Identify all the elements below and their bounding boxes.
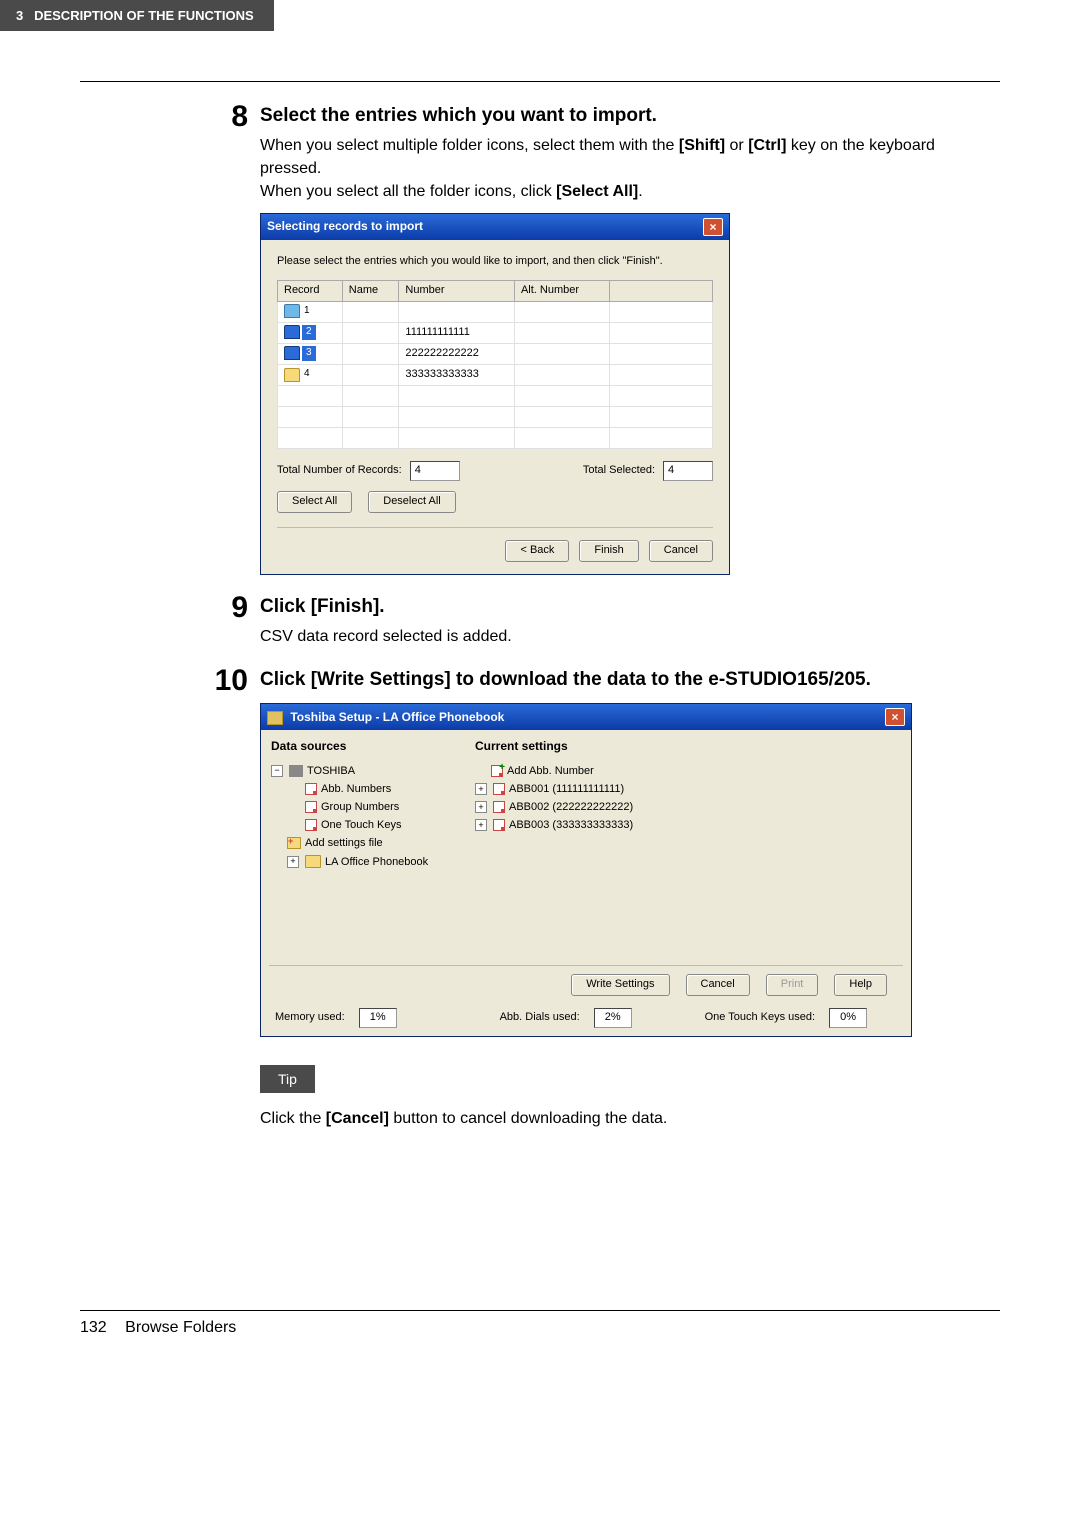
expand-icon[interactable]: + bbox=[287, 856, 299, 868]
current-settings-tree: Add Abb. Number + ABB001 (111111111111) … bbox=[475, 762, 901, 835]
step-title: Select the entries which you want to imp… bbox=[260, 102, 1000, 130]
deselect-all-button[interactable]: Deselect All bbox=[368, 491, 455, 513]
step-text-2: When you select all the folder icons, cl… bbox=[260, 180, 1000, 203]
card-icon bbox=[305, 801, 317, 813]
col-record[interactable]: Record bbox=[278, 281, 343, 302]
otk-used-value: 0% bbox=[829, 1008, 867, 1028]
setup-dialog: Toshiba Setup - LA Office Phonebook × Da… bbox=[260, 703, 912, 1036]
step-8: 8 Select the entries which you want to i… bbox=[200, 102, 1000, 575]
col-number[interactable]: Number bbox=[399, 281, 515, 302]
current-settings-heading: Current settings bbox=[475, 738, 901, 755]
write-settings-button[interactable]: Write Settings bbox=[571, 974, 669, 996]
tree-item[interactable]: + ABB001 (111111111111) bbox=[475, 780, 901, 798]
help-button[interactable]: Help bbox=[834, 974, 887, 996]
finish-button[interactable]: Finish bbox=[579, 540, 638, 562]
footer-label: Browse Folders bbox=[125, 1319, 236, 1336]
back-button[interactable]: < Back bbox=[505, 540, 569, 562]
expand-icon[interactable]: + bbox=[475, 783, 487, 795]
dialog-titlebar: Toshiba Setup - LA Office Phonebook × bbox=[261, 704, 911, 730]
table-row[interactable]: 4 333333333333 bbox=[278, 365, 713, 386]
folder-icon bbox=[284, 325, 300, 339]
tip-text: Click the [Cancel] button to cancel down… bbox=[260, 1107, 1000, 1130]
records-table: Record Name Number Alt. Number 1 bbox=[277, 280, 713, 449]
select-records-dialog: Selecting records to import × Please sel… bbox=[260, 213, 730, 575]
tree-item[interactable]: Add Abb. Number bbox=[475, 762, 901, 780]
step-number: 9 bbox=[200, 593, 248, 623]
card-icon bbox=[305, 783, 317, 795]
total-selected-value: 4 bbox=[663, 461, 713, 481]
printer-icon bbox=[289, 765, 303, 777]
folder-icon bbox=[284, 304, 300, 318]
step-10: 10 Click [Write Settings] to download th… bbox=[200, 666, 1000, 1130]
step-text: When you select multiple folder icons, s… bbox=[260, 134, 1000, 180]
section-number: 3 bbox=[16, 8, 23, 23]
tree-item[interactable]: + ABB002 (222222222222) bbox=[475, 798, 901, 816]
tree-item[interactable]: − TOSHIBA bbox=[271, 762, 461, 780]
totals-row: Total Number of Records: 4 Total Selecte… bbox=[277, 461, 713, 481]
table-row[interactable]: 3 222222222222 bbox=[278, 344, 713, 365]
card-icon bbox=[493, 783, 505, 795]
table-row[interactable]: 1 bbox=[278, 301, 713, 322]
otk-used-label: One Touch Keys used: bbox=[705, 1010, 815, 1026]
dialog-instruction: Please select the entries which you woul… bbox=[277, 254, 713, 270]
abb-dials-label: Abb. Dials used: bbox=[500, 1010, 580, 1026]
folder-icon bbox=[284, 368, 300, 382]
abb-dials-value: 2% bbox=[594, 1008, 632, 1028]
close-icon[interactable]: × bbox=[885, 708, 905, 726]
cancel-button[interactable]: Cancel bbox=[686, 974, 750, 996]
collapse-icon[interactable]: − bbox=[271, 765, 283, 777]
add-file-icon bbox=[287, 837, 301, 849]
card-icon bbox=[493, 801, 505, 813]
status-bar: Memory used: 1% Abb. Dials used: 2% One … bbox=[261, 1004, 911, 1036]
page-number: 132 bbox=[80, 1319, 107, 1336]
total-records-label: Total Number of Records: bbox=[277, 463, 402, 479]
step-title: Click [Write Settings] to download the d… bbox=[260, 666, 1000, 694]
col-name[interactable]: Name bbox=[342, 281, 399, 302]
dialog-title: Toshiba Setup - LA Office Phonebook bbox=[290, 710, 504, 724]
tree-item[interactable]: Abb. Numbers bbox=[271, 780, 461, 798]
col-alt[interactable]: Alt. Number bbox=[514, 281, 609, 302]
data-sources-tree: − TOSHIBA Abb. Numbers Group Numbers bbox=[271, 762, 461, 871]
memory-used-label: Memory used: bbox=[275, 1010, 345, 1026]
page-footer: 132 Browse Folders bbox=[80, 1319, 1000, 1337]
expand-icon[interactable]: + bbox=[475, 801, 487, 813]
tree-item[interactable]: + ABB003 (333333333333) bbox=[475, 816, 901, 834]
dialog-title: Selecting records to import bbox=[267, 218, 423, 235]
total-selected-label: Total Selected: bbox=[583, 463, 655, 479]
step-number: 8 bbox=[200, 102, 248, 132]
card-icon bbox=[493, 819, 505, 831]
data-sources-heading: Data sources bbox=[271, 738, 461, 755]
cancel-button[interactable]: Cancel bbox=[649, 540, 713, 562]
card-icon bbox=[305, 819, 317, 831]
divider bbox=[80, 81, 1000, 82]
section-title: DESCRIPTION OF THE FUNCTIONS bbox=[34, 8, 254, 23]
tree-item[interactable]: Add settings file bbox=[271, 834, 461, 852]
close-icon[interactable]: × bbox=[703, 218, 723, 236]
add-abb-icon bbox=[491, 765, 503, 777]
tree-item[interactable]: + LA Office Phonebook bbox=[271, 853, 461, 871]
print-button: Print bbox=[766, 974, 819, 996]
tree-item[interactable]: Group Numbers bbox=[271, 798, 461, 816]
total-records-value: 4 bbox=[410, 461, 460, 481]
app-icon bbox=[267, 711, 283, 725]
divider bbox=[80, 1310, 1000, 1311]
tree-item[interactable]: One Touch Keys bbox=[271, 816, 461, 834]
folder-icon bbox=[305, 855, 321, 868]
table-row[interactable]: 2 111111111111 bbox=[278, 323, 713, 344]
section-header: 3 DESCRIPTION OF THE FUNCTIONS bbox=[0, 0, 274, 31]
tip-badge: Tip bbox=[260, 1065, 315, 1093]
step-text: CSV data record selected is added. bbox=[260, 625, 1000, 648]
step-9: 9 Click [Finish]. CSV data record select… bbox=[200, 593, 1000, 648]
select-all-button[interactable]: Select All bbox=[277, 491, 352, 513]
step-number: 10 bbox=[200, 666, 248, 696]
dialog-titlebar: Selecting records to import × bbox=[261, 214, 729, 240]
memory-used-value: 1% bbox=[359, 1008, 397, 1028]
folder-icon bbox=[284, 346, 300, 360]
expand-icon[interactable]: + bbox=[475, 819, 487, 831]
step-title: Click [Finish]. bbox=[260, 593, 1000, 621]
